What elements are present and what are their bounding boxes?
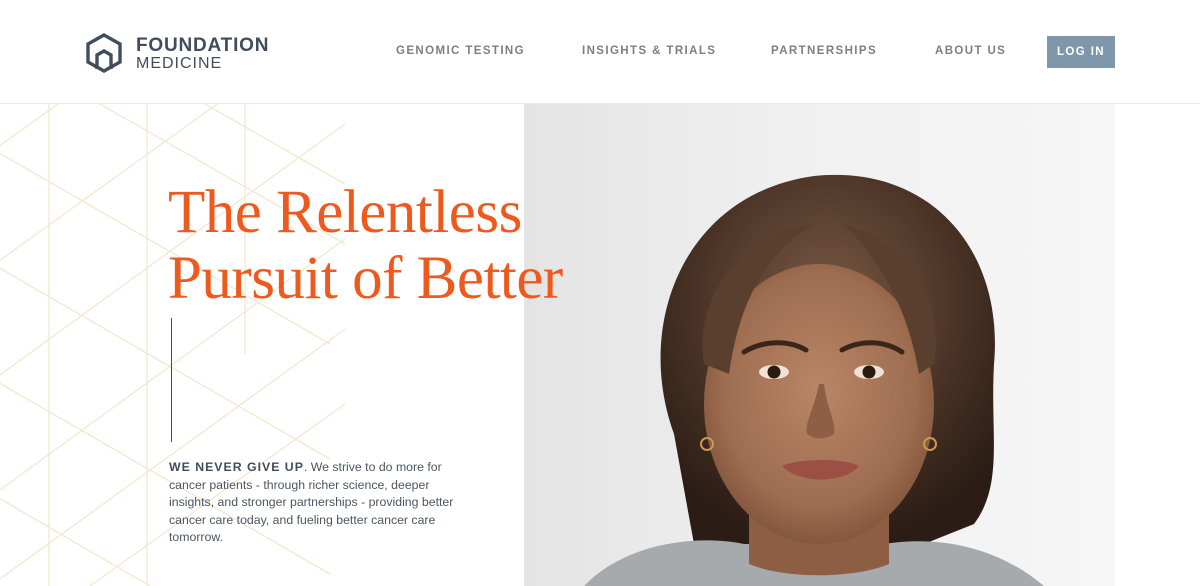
nav-about-us[interactable]: ABOUT US	[935, 44, 1006, 58]
nav-insights-trials[interactable]: INSIGHTS & TRIALS	[582, 44, 716, 58]
home-page: FOUNDATION MEDICINE GENOMIC TESTING INSI…	[0, 0, 1200, 586]
site-header: FOUNDATION MEDICINE GENOMIC TESTING INSI…	[0, 0, 1200, 104]
login-button[interactable]: LOG IN	[1047, 36, 1115, 68]
brand-logo[interactable]: FOUNDATION MEDICINE	[85, 33, 285, 73]
portrait-photo	[524, 104, 1115, 586]
brand-name-line2: MEDICINE	[136, 55, 223, 72]
nav-partnerships[interactable]: PARTNERSHIPS	[771, 44, 877, 58]
brand-name-line1: FOUNDATION	[136, 35, 270, 56]
headline-line1: The Relentless	[168, 179, 522, 246]
hero-headline: The Relentless Pursuit of Better	[168, 180, 688, 312]
hero-intro-text: WE NEVER GIVE UP. We strive to do more f…	[169, 459, 459, 547]
intro-lead: WE NEVER GIVE UP	[169, 460, 304, 474]
vertical-divider	[171, 318, 172, 442]
headline-line2: Pursuit of Better	[168, 245, 563, 312]
hexagon-logo-icon	[86, 33, 122, 73]
nav-genomic-testing[interactable]: GENOMIC TESTING	[396, 44, 525, 58]
